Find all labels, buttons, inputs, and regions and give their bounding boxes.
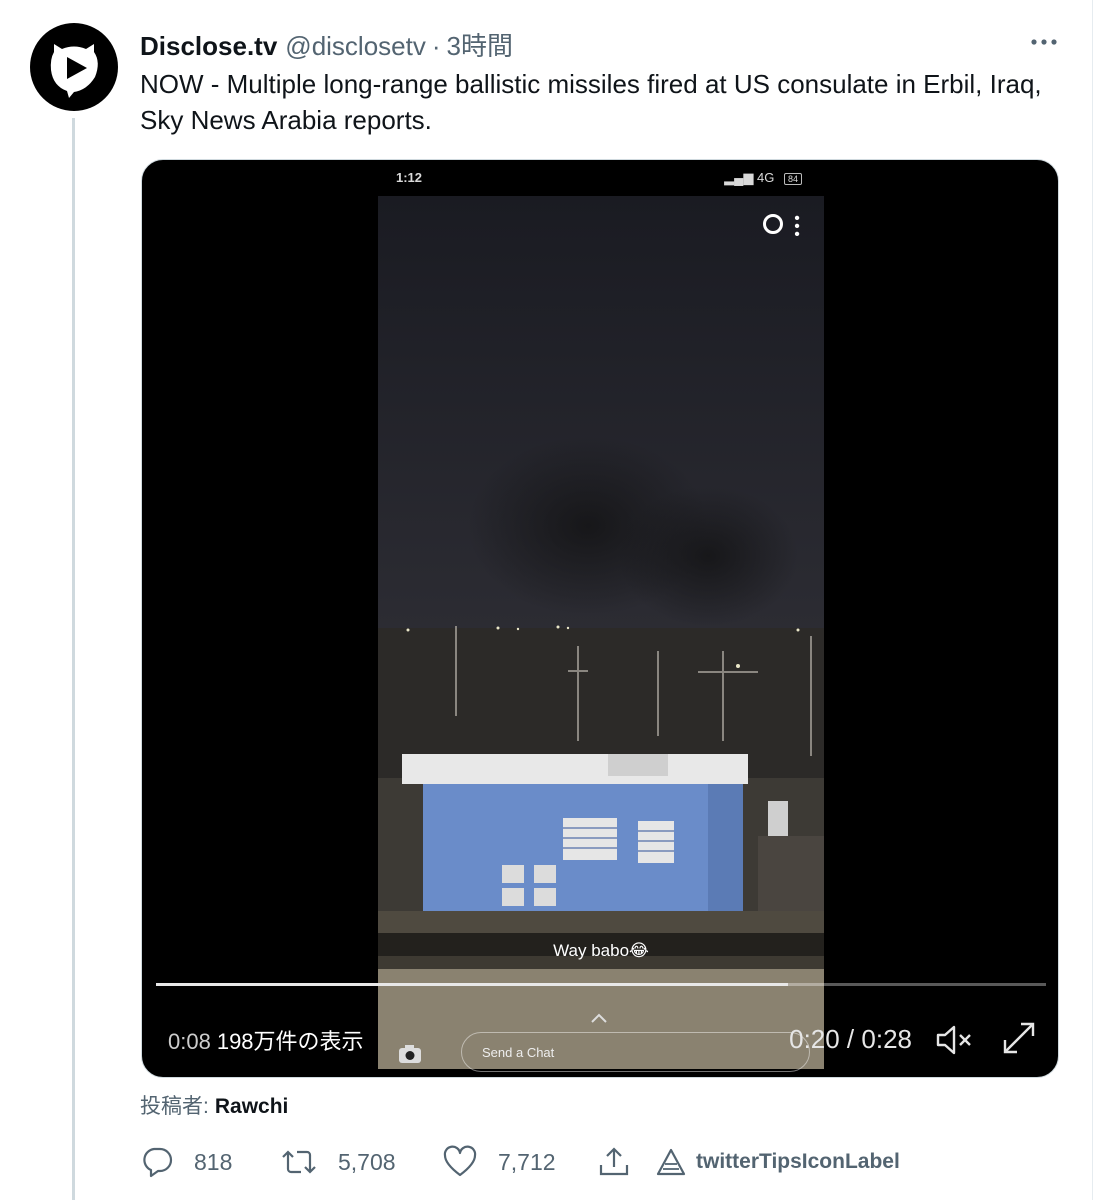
- column-border: [1092, 0, 1093, 1200]
- share-button[interactable]: [596, 1142, 632, 1182]
- signal-icon: ▂▄▆: [724, 170, 754, 185]
- camera-icon: [399, 1045, 421, 1063]
- retweet-icon: [282, 1150, 316, 1174]
- like-button[interactable]: 7,712: [442, 1142, 556, 1182]
- avatar[interactable]: [29, 22, 119, 112]
- tweet-text: NOW - Multiple long-range ballistic miss…: [140, 69, 1042, 135]
- attribution-poster[interactable]: Rawchi: [215, 1095, 289, 1118]
- video-view-count: 0:08 198万件の表示: [168, 1024, 364, 1056]
- video-duration: 0:20 / 0:28: [789, 1024, 912, 1054]
- elapsed-time: 0:08: [168, 1029, 211, 1054]
- battery-level: 84: [783, 173, 802, 185]
- more-options-icon[interactable]: [1028, 30, 1060, 54]
- video-progress-bar[interactable]: [156, 983, 1046, 986]
- network-label: 4G: [757, 170, 775, 185]
- fullscreen-icon[interactable]: [999, 1018, 1039, 1058]
- views-label: 198万件の表示: [216, 1029, 364, 1054]
- tweet-header: Disclose.tv @disclosetv · 3時間: [140, 26, 513, 63]
- tips-label: twitterTipsIconLabel: [696, 1150, 900, 1173]
- media-attribution: 投稿者: Rawchi: [140, 1090, 288, 1120]
- retweet-count: 5,708: [338, 1148, 396, 1175]
- thread-line: [72, 118, 75, 1200]
- snap-caption: Way babo😂: [378, 933, 824, 969]
- heart-icon: [443, 1145, 477, 1177]
- tweet-actions: 818 5,708 7,712 twitterTipsIconLabel: [140, 1142, 1040, 1182]
- attribution-label: 投稿者:: [140, 1095, 209, 1118]
- reply-button[interactable]: 818: [140, 1142, 232, 1182]
- retweet-button[interactable]: 5,708: [280, 1142, 396, 1182]
- snap-chat-field: Send a Chat: [461, 1032, 810, 1072]
- phone-status-bar: 1:12 ▂▄▆ 4G 84: [378, 160, 824, 196]
- mute-icon[interactable]: [934, 1022, 974, 1058]
- phone-clock: 1:12: [396, 170, 423, 185]
- author-handle[interactable]: @disclosetv: [285, 31, 426, 62]
- snap-menu-icon: • • •: [794, 210, 800, 243]
- reply-icon: [143, 1147, 173, 1178]
- chevron-up-icon: [591, 1013, 607, 1023]
- phone-network: ▂▄▆ 4G 84: [724, 170, 802, 186]
- like-count: 7,712: [498, 1148, 556, 1175]
- disclose-logo-icon: [30, 23, 118, 111]
- tweet-time[interactable]: 3時間: [447, 26, 513, 63]
- snap-timer-icon: [763, 214, 783, 234]
- share-icon: [599, 1147, 629, 1176]
- author-name[interactable]: Disclose.tv: [140, 31, 277, 62]
- video-player[interactable]: 1:12 ▂▄▆ 4G 84 • • • Way babo😂 Send a Ch…: [141, 159, 1059, 1078]
- reply-count: 818: [194, 1148, 233, 1175]
- video-progress-fill: [156, 983, 788, 986]
- tips-button[interactable]: twitterTipsIconLabel: [656, 1142, 900, 1182]
- header-separator: ·: [431, 31, 441, 61]
- tips-icon: [656, 1148, 686, 1176]
